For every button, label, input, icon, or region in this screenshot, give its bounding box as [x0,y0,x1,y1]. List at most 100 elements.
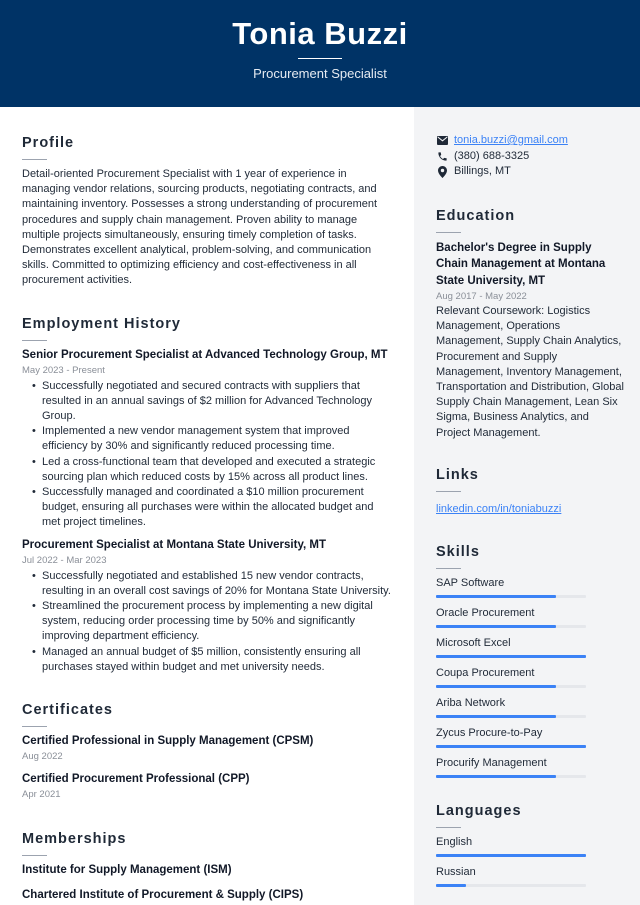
skill-item-label: Oracle Procurement [436,606,535,619]
job-bullet: Successfully negotiated and established … [32,569,392,599]
contact-location-row: Billings, MT [436,164,626,180]
section-divider [436,826,461,828]
section-divider [436,490,461,492]
language-item-label: Russian [436,865,476,878]
skill-item: Ariba Network [436,696,626,718]
job-dates: Jul 2022 - Mar 2023 [22,554,107,566]
contact-email-row: tonia.buzzi@gmail.com [436,133,626,149]
skill-item-level-bar [436,774,586,778]
job-entry: Procurement Specialist at Montana State … [22,538,392,675]
skill-item: Zycus Procure-to-Pay [436,726,626,748]
section-title-skills: Skills [436,543,480,560]
job-bullet: Successfully managed and coordinated a $… [32,485,392,531]
section-title-employment: Employment History [22,315,181,332]
phone-icon [436,150,448,162]
job-bullet: Streamlined the procurement process by i… [32,599,392,645]
job-title: Senior Procurement Specialist at Advance… [22,348,388,361]
section-divider [22,339,47,341]
skill-item-label: SAP Software [436,576,505,589]
skill-item-level-fill [436,684,556,688]
links-section: Links linkedin.com/in/toniabuzzi [436,467,626,517]
skill-item-level-fill [436,594,556,598]
section-title-links: Links [436,466,479,483]
main-column: Profile Detail-oriented Procurement Spec… [22,107,392,903]
skill-item: SAP Software [436,576,626,598]
membership-item: Chartered Institute of Procurement & Sup… [22,889,304,902]
skill-item-label: Zycus Procure-to-Pay [436,726,543,739]
memberships-section: Memberships Institute for Supply Managem… [22,831,392,903]
certificate-date: Apr 2021 [22,789,61,801]
certificates-section: Certificates Certified Professional in S… [22,702,392,801]
skill-item-level-bar [436,714,586,718]
skill-item-label: Microsoft Excel [436,636,511,649]
skill-item-label: Procurify Management [436,756,547,769]
job-bullet: Managed an annual budget of $5 million, … [32,645,392,675]
envelope-icon [436,135,448,147]
job-entry: Senior Procurement Specialist at Advance… [22,348,392,531]
section-title-certificates: Certificates [22,702,113,719]
job-bullet: Implemented a new vendor management syst… [32,424,392,454]
skill-item-level-fill [436,624,556,628]
language-item-level-bar [436,853,586,857]
language-item-level-fill [436,853,586,857]
section-divider [22,726,47,728]
candidate-name: Tonia Buzzi [232,16,408,51]
skill-item-level-bar [436,624,586,628]
job-title: Procurement Specialist at Montana State … [22,538,326,551]
linkedin-link[interactable]: linkedin.com/in/toniabuzzi [436,503,561,515]
language-item: English [436,835,626,857]
email-link[interactable]: tonia.buzzi@gmail.com [454,133,568,149]
profile-text: Detail-oriented Procurement Specialist w… [22,168,378,287]
education-dates: Aug 2017 - May 2022 [436,291,527,302]
skill-item-level-fill [436,714,556,718]
languages-list: English Russian [436,835,626,887]
job-bullets: Successfully negotiated and established … [32,569,392,675]
skill-item-level-fill [436,744,586,748]
section-divider [22,159,47,160]
candidate-title: Procurement Specialist [253,66,387,81]
language-item-level-bar [436,883,586,887]
section-divider [436,231,461,233]
education-section: Education Bachelor's Degree in Supply Ch… [436,208,626,441]
employment-section: Employment History Senior Procurement Sp… [22,316,392,675]
skill-item: Procurify Management [436,756,626,778]
location-text: Billings, MT [454,165,511,177]
skill-item: Oracle Procurement [436,606,626,628]
skill-item-label: Coupa Procurement [436,666,535,679]
section-title-education: Education [436,207,516,224]
language-item: Russian [436,865,626,887]
membership-item: Institute for Supply Management (ISM) [22,864,232,877]
languages-section: Languages English Russian [436,803,626,887]
skill-item-level-bar [436,594,586,598]
section-title-languages: Languages [436,802,522,819]
profile-section: Profile Detail-oriented Procurement Spec… [22,135,392,289]
skills-list: SAP Software Oracle Procurement Microsoft … [436,576,626,778]
skill-item-level-bar [436,654,586,658]
section-title-memberships: Memberships [22,831,127,848]
certificate-item: Certified Professional in Supply Managem… [22,734,392,763]
certificate-title: Certified Professional in Supply Managem… [22,735,314,748]
certificate-date: Aug 2022 [22,751,63,763]
skill-item-label: Ariba Network [436,696,506,709]
skill-item-level-fill [436,654,586,658]
degree-title: Bachelor's Degree in Supply Chain Manage… [436,241,606,287]
language-item-level-fill [436,883,466,887]
job-bullet: Led a cross-functional team that develop… [32,455,392,485]
education-description: Relevant Coursework: Logistics Managemen… [436,305,624,439]
job-bullet: Successfully negotiated and secured cont… [32,379,392,425]
certificate-item: Certified Procurement Professional (CPP)… [22,772,392,801]
job-bullets: Successfully negotiated and secured cont… [32,379,392,531]
skill-item-level-bar [436,684,586,688]
section-title-profile: Profile [22,135,75,151]
contact-section: tonia.buzzi@gmail.com (380) 688-3325 Bil… [436,133,626,180]
sidebar: tonia.buzzi@gmail.com (380) 688-3325 Bil… [414,107,640,905]
language-item-label: English [436,835,473,848]
certificate-title: Certified Procurement Professional (CPP) [22,773,250,786]
skill-item-level-bar [436,744,586,748]
contact-phone-row: (380) 688-3325 [436,149,626,165]
header-divider [298,58,342,59]
skills-section: Skills SAP Software Oracle Procurement Mic… [436,544,626,778]
resume-header: Tonia Buzzi Procurement Specialist [0,0,640,107]
section-divider [436,567,461,569]
job-dates: May 2023 - Present [22,364,105,376]
